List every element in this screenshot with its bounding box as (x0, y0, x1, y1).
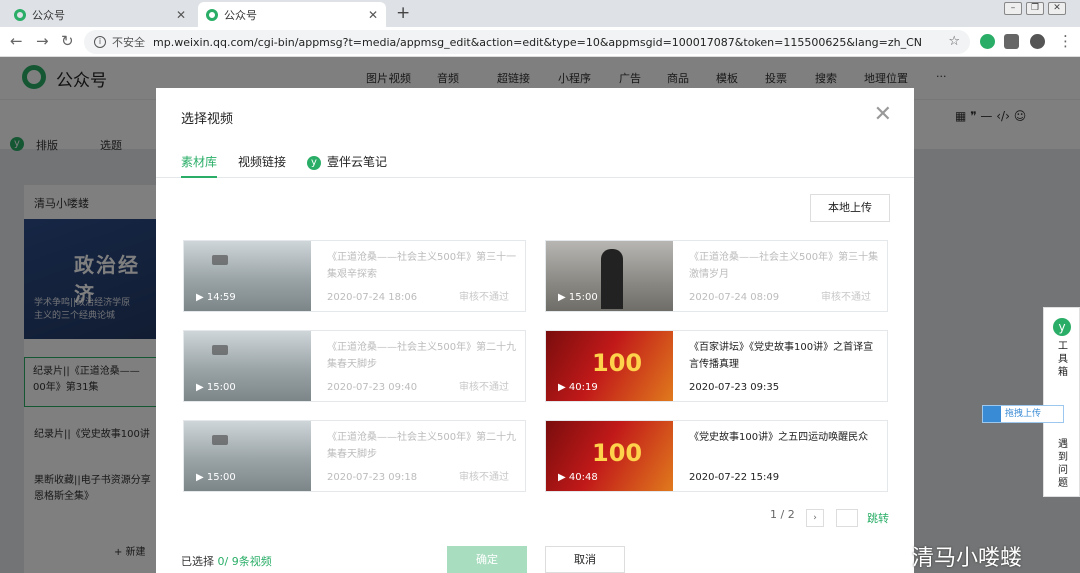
puzzle-extension-icon[interactable] (1004, 34, 1019, 49)
yiban-extension-icon[interactable] (980, 34, 995, 49)
new-tab-button[interactable]: + (396, 3, 410, 23)
yiban-icon: y (307, 155, 321, 170)
video-title: 《正道沧桑——社会主义500年》第二十九集春天脚步 (327, 342, 517, 370)
tab-library[interactable]: 素材库 (181, 153, 218, 178)
feedback-label[interactable]: 遇到问题 (1056, 438, 1070, 490)
video-title: 《正道沧桑——社会主义500年》第二十九集春天脚步 (327, 432, 517, 460)
local-upload-button[interactable]: 本地上传 (810, 194, 890, 222)
cancel-button[interactable]: 取消 (545, 546, 625, 573)
tab-close-icon[interactable]: ✕ (368, 8, 378, 22)
video-thumbnail: ▶ 15:00 (184, 331, 311, 401)
video-date: 2020-07-23 09:40 (327, 382, 418, 393)
dialog-tabs: 素材库 视频链接 y 壹伴云笔记 (156, 148, 914, 178)
browser-tab-1[interactable]: 公众号 ✕ (6, 2, 194, 27)
profile-icon[interactable] (1030, 34, 1045, 49)
next-page-button[interactable]: › (806, 509, 824, 527)
back-icon[interactable]: ← (10, 32, 23, 50)
url-text[interactable]: mp.weixin.qq.com/cgi-bin/appmsg?t=media/… (153, 36, 922, 49)
select-video-dialog: 选择视频 ✕ 素材库 视频链接 y 壹伴云笔记 本地上传 ▶ 14:59 《正道沧桑… (156, 88, 914, 573)
forward-icon[interactable]: → (36, 32, 49, 50)
video-card[interactable]: ▶ 15:00 《正道沧桑——社会主义500年》第二十九集春天脚步 2020-07-… (183, 330, 526, 402)
video-date: 2020-07-24 18:06 (327, 292, 418, 303)
video-title: 《正道沧桑——社会主义500年》第三十集激情岁月 (689, 252, 879, 280)
video-date: 2020-07-23 09:35 (689, 382, 780, 393)
dialog-title: 选择视频 (181, 112, 234, 127)
video-duration: ▶ 15:00 (558, 292, 598, 303)
video-title: 《百家讲坛》《党史故事100讲》之首译宣言传播真理 (689, 342, 874, 370)
restore-icon[interactable]: ❐ (1026, 2, 1044, 15)
insecure-label: 不安全 (112, 36, 145, 49)
address-bar[interactable]: i 不安全 mp.weixin.qq.com/cgi-bin/appmsg?t=… (84, 30, 970, 54)
page-indicator: 1 / 2 (770, 508, 795, 521)
video-card[interactable]: ▶ 40:48 《党史故事100讲》之五四运动唤醒民众 2020-07-22 15:… (545, 420, 888, 492)
cloud-icon (983, 406, 1001, 422)
tab-label: 公众号 (224, 8, 257, 22)
page-jump-input[interactable] (836, 509, 858, 527)
selected-count: 已选择 0/ 9条视频 (181, 555, 272, 568)
video-thumbnail: ▶ 14:59 (184, 241, 311, 311)
tab-yiban-notes[interactable]: y 壹伴云笔记 (307, 153, 387, 178)
browser-tab-2[interactable]: 公众号 ✕ (198, 2, 386, 27)
yiban-icon: y (1053, 318, 1071, 336)
browser-tabbar: 公众号 ✕ 公众号 ✕ + – ❐ ✕ (0, 0, 1080, 27)
video-date: 2020-07-22 15:49 (689, 472, 780, 483)
video-title: 《正道沧桑——社会主义500年》第三十一集艰辛探索 (327, 252, 517, 280)
confirm-button[interactable]: 确定 (447, 546, 527, 573)
video-status: 审核不通过 (459, 472, 509, 483)
video-status: 审核不通过 (459, 292, 509, 303)
window-close-icon[interactable]: ✕ (1048, 2, 1066, 15)
tab-label: 公众号 (32, 8, 65, 22)
video-date: 2020-07-24 08:09 (689, 292, 780, 303)
video-thumbnail: ▶ 40:19 (546, 331, 673, 401)
toolbox-label: 工具箱 (1058, 341, 1068, 378)
video-card[interactable]: ▶ 15:00 《正道沧桑——社会主义500年》第三十集激情岁月 2020-07-2… (545, 240, 888, 312)
drag-upload-button[interactable]: 拖拽上传 (982, 405, 1064, 423)
tab-video-link[interactable]: 视频链接 (238, 153, 286, 178)
tab-close-icon[interactable]: ✕ (176, 8, 186, 22)
video-duration: ▶ 14:59 (196, 292, 236, 303)
video-duration: ▶ 40:48 (558, 472, 598, 483)
video-status: 审核不通过 (821, 292, 871, 303)
video-duration: ▶ 15:00 (196, 382, 236, 393)
toolbox-panel[interactable]: y 工具箱 遇到问题 (1043, 307, 1080, 497)
wechat-favicon-icon (14, 8, 26, 21)
video-date: 2020-07-23 09:18 (327, 472, 418, 483)
video-status: 审核不通过 (459, 382, 509, 393)
video-card[interactable]: ▶ 15:00 《正道沧桑——社会主义500年》第二十九集春天脚步 2020-07-… (183, 420, 526, 492)
video-thumbnail: ▶ 40:48 (546, 421, 673, 491)
minimize-icon[interactable]: – (1004, 2, 1022, 15)
video-duration: ▶ 15:00 (196, 472, 236, 483)
browser-toolbar: ← → ↻ i 不安全 mp.weixin.qq.com/cgi-bin/app… (0, 27, 1080, 57)
reload-icon[interactable]: ↻ (61, 32, 74, 50)
bookmark-star-icon[interactable]: ☆ (948, 34, 960, 49)
menu-dots-icon[interactable]: ⋮ (1058, 32, 1073, 50)
video-title: 《党史故事100讲》之五四运动唤醒民众 (689, 432, 869, 443)
info-icon[interactable]: i (94, 36, 106, 48)
watermark: 清马小喽蝼 (912, 546, 1023, 571)
wechat-favicon-icon (206, 8, 218, 21)
video-duration: ▶ 40:19 (558, 382, 598, 393)
video-thumbnail: ▶ 15:00 (546, 241, 673, 311)
video-thumbnail: ▶ 15:00 (184, 421, 311, 491)
video-card[interactable]: ▶ 14:59 《正道沧桑——社会主义500年》第三十一集艰辛探索 2020-07-… (183, 240, 526, 312)
video-card[interactable]: ▶ 40:19 《百家讲坛》《党史故事100讲》之首译宣言传播真理 2020-07-… (545, 330, 888, 402)
jump-button[interactable]: 跳转 (867, 510, 889, 526)
close-icon[interactable]: ✕ (874, 102, 892, 127)
